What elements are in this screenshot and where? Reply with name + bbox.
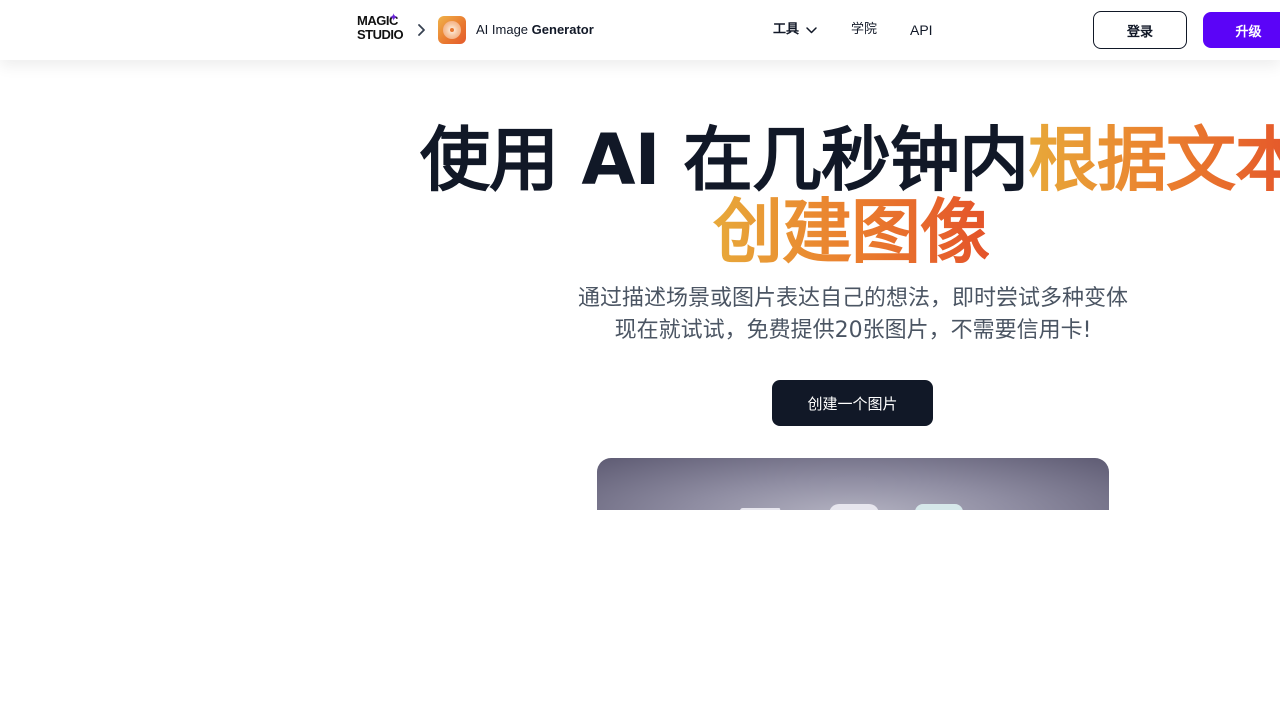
create-image-button[interactable]: 创建一个图片 <box>772 380 933 426</box>
headline-accent-2: 创建图像 <box>713 191 990 273</box>
nav-api-link[interactable]: API <box>910 20 933 40</box>
hero-subtitle: 通过描述场景或图片表达自己的想法，即时尝试多种变体 现在就试试，免费提供20张图… <box>0 283 1280 347</box>
login-button[interactable]: 登录 <box>1093 11 1187 49</box>
sparkle-icon: ✦ <box>389 11 399 24</box>
preview-image <box>597 458 1109 510</box>
headline-plain: 使用 AI 在几秒钟内 <box>420 119 1029 201</box>
magic-studio-logo[interactable]: MAGIC STUDIO ✦ <box>357 11 407 46</box>
top-header: MAGIC STUDIO ✦ AI Image Generator 工具 学院 … <box>0 0 1280 60</box>
upgrade-button[interactable]: 升级 <box>1203 12 1280 48</box>
chevron-right-icon <box>418 24 425 36</box>
headline-accent-1: 根据文本 <box>1028 119 1280 201</box>
disc-icon[interactable] <box>438 16 466 44</box>
chevron-down-icon[interactable] <box>805 24 818 36</box>
nav-academy-link[interactable]: 学院 <box>851 20 877 40</box>
subtitle-line-1: 通过描述场景或图片表达自己的想法，即时尝试多种变体 <box>577 286 1128 311</box>
app-name[interactable]: AI Image Generator <box>476 21 594 39</box>
subtitle-line-2: 现在就试试，免费提供20张图片，不需要信用卡! <box>614 318 1092 343</box>
nav-tools-menu[interactable]: 工具 <box>773 20 799 40</box>
